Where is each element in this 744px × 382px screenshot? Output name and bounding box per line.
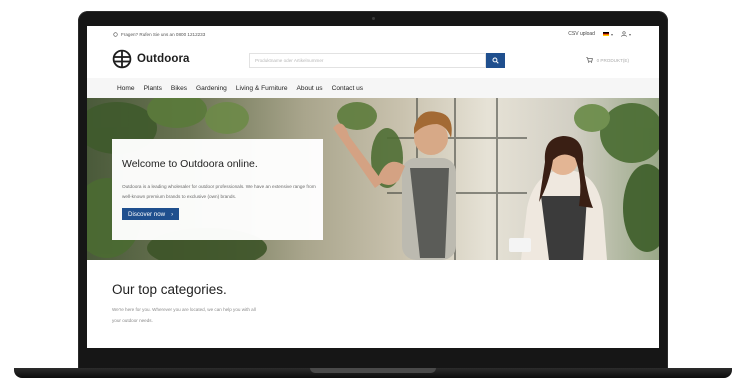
laptop-hinge-notch	[310, 368, 436, 373]
hotline: Fragen? Rufen Sie uns an 0800 1212233	[113, 32, 205, 37]
nav-item-about-us[interactable]: About us	[297, 85, 323, 92]
phone-icon	[113, 32, 118, 37]
logo-globe-icon	[112, 49, 132, 69]
nav-item-gardening[interactable]: Gardening	[196, 85, 227, 92]
categories-description: We're here for you. Wherever you are loc…	[112, 307, 256, 323]
chevron-down-icon: ▾	[628, 31, 631, 37]
csv-upload-link[interactable]: CSV upload	[568, 31, 595, 37]
search-button[interactable]	[486, 53, 505, 68]
chevron-down-icon: ▾	[610, 31, 613, 37]
cart[interactable]: 0 PRODUKT(E)	[585, 57, 629, 63]
site-logo[interactable]: Outdoora	[112, 49, 190, 69]
browser-viewport: Fragen? Rufen Sie uns an 0800 1212233 CS…	[87, 26, 659, 348]
discover-now-button[interactable]: Discover now ›	[122, 208, 180, 220]
cart-count: 0 PRODUKT(E)	[596, 57, 629, 63]
hero-description: Outdoora is a leading wholesaler for out…	[122, 184, 316, 200]
nav-item-contact-us[interactable]: Contact us	[332, 85, 364, 92]
laptop-base	[14, 368, 732, 378]
nav-item-living-furniture[interactable]: Living & Furniture	[236, 85, 288, 92]
top-info-bar: Fragen? Rufen Sie uns an 0800 1212233 CS…	[87, 26, 659, 46]
hero-banner: Welcome to Outdoora online. Outdoora is …	[87, 98, 659, 260]
categories-title: Our top categories.	[112, 282, 227, 297]
nav-item-plants[interactable]: Plants	[144, 85, 162, 92]
logo-text: Outdoora	[137, 53, 190, 65]
search-icon	[492, 57, 499, 64]
hotline-text: Fragen? Rufen Sie uns an 0800 1212233	[121, 32, 206, 37]
site-header: Outdoora 0 PRODUKT(E)	[87, 46, 659, 76]
hero-card: Welcome to Outdoora online. Outdoora is …	[112, 139, 323, 240]
webcam	[372, 17, 375, 20]
nav-item-bikes[interactable]: Bikes	[171, 85, 187, 92]
topbar-actions: CSV upload ▾ ▾	[568, 31, 631, 37]
laptop-frame: Fragen? Rufen Sie uns an 0800 1212233 CS…	[78, 11, 668, 369]
user-menu[interactable]: ▾	[621, 31, 631, 37]
search-bar	[249, 53, 505, 68]
german-flag-icon	[602, 32, 609, 36]
chevron-right-icon: ›	[171, 210, 174, 218]
user-icon	[621, 31, 627, 37]
language-selector[interactable]: ▾	[602, 31, 613, 37]
nav-item-home[interactable]: Home	[117, 85, 135, 92]
discover-now-label: Discover now	[128, 210, 166, 218]
cart-icon	[585, 57, 593, 63]
main-nav: Home Plants Bikes Gardening Living & Fur…	[87, 78, 659, 98]
search-input[interactable]	[249, 53, 486, 68]
hero-title: Welcome to Outdoora online.	[122, 158, 258, 170]
